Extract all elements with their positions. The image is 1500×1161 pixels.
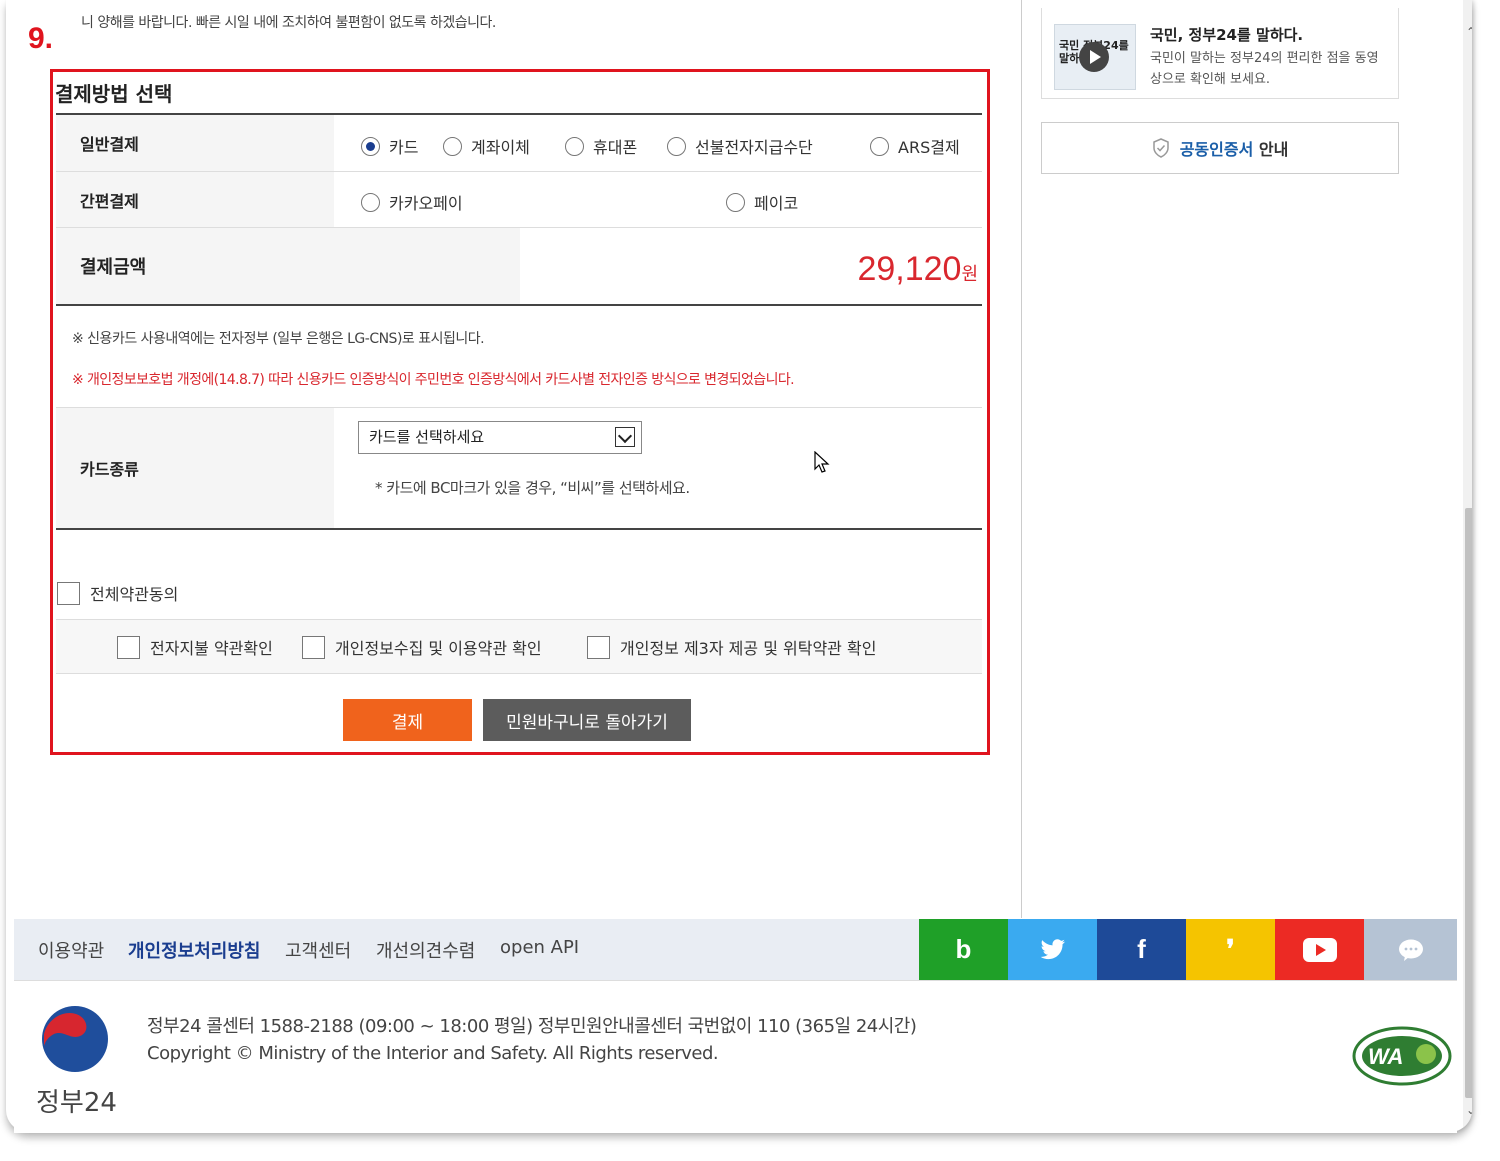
cert-label-highlight: 공동인증서 <box>1179 140 1254 159</box>
top-notice: 니 양해를 바랍니다. 빠른 시일 내에 조치하여 불편함이 없도록 하겠습니다… <box>81 15 496 31</box>
radio-prepaid[interactable]: 선불전자지급수단 <box>667 134 813 158</box>
checkbox-icon[interactable] <box>302 635 325 659</box>
agree-epayment-checkbox[interactable]: 전자지불 약관확인 <box>117 635 273 659</box>
youtube-icon[interactable] <box>1275 919 1364 980</box>
footer-link-privacy[interactable]: 개인정보처리방침 <box>128 937 260 963</box>
blog-icon[interactable]: b <box>919 919 1008 980</box>
gov24-logo-icon <box>42 1006 108 1072</box>
checkbox-icon[interactable] <box>587 635 610 659</box>
scrollbar-thumb[interactable] <box>1465 508 1472 1098</box>
radio-account-transfer[interactable]: 계좌이체 <box>443 134 530 158</box>
amount-number: 29,120 <box>857 250 962 288</box>
section-title: 결제방법 선택 <box>55 82 173 106</box>
select-value: 카드를 선택하세요 <box>369 428 485 446</box>
footer-link-open-api[interactable]: open API <box>500 937 579 958</box>
youtube-glyph <box>1302 937 1337 962</box>
radio-label: 카카오페이 <box>389 194 463 213</box>
radio-label: 페이코 <box>754 194 799 213</box>
shield-icon <box>1152 138 1169 158</box>
radio-label: 계좌이체 <box>471 138 530 157</box>
radio-icon[interactable] <box>870 136 889 156</box>
certificate-guide-button[interactable]: 공동인증서 안내 <box>1041 122 1399 174</box>
general-payment-label: 일반결제 <box>56 115 334 171</box>
svg-text:WA: WA <box>1368 1044 1403 1069</box>
promo-title: 국민, 정부24를 말하다. <box>1150 26 1304 44</box>
facebook-glyph: f <box>1137 934 1146 964</box>
privacy-law-note: ※ 개인정보보호법 개정에(14.8.7) 따라 신용카드 인증방식이 주민번호… <box>72 372 795 388</box>
twitter-icon[interactable] <box>1008 919 1097 980</box>
kakaotalk-icon[interactable] <box>1364 919 1457 980</box>
divider <box>56 304 982 306</box>
agree-third-party-checkbox[interactable]: 개인정보 제3자 제공 및 위탁약관 확인 <box>587 635 876 659</box>
amount-unit: 원 <box>961 264 978 284</box>
pay-button[interactable]: 결제 <box>343 699 472 741</box>
radio-card[interactable]: 카드 <box>361 134 418 158</box>
amount-label: 결제금액 <box>56 228 520 304</box>
simple-payment-label: 간편결제 <box>56 172 334 227</box>
amount-value: 29,120원 <box>857 250 978 289</box>
footer-link-terms[interactable]: 이용약관 <box>38 937 104 963</box>
divider <box>56 673 982 674</box>
divider <box>56 528 982 530</box>
footer-link-feedback[interactable]: 개선의견수렴 <box>376 937 475 963</box>
step-number: 9. <box>28 22 54 55</box>
card-type-label: 카드종류 <box>56 408 334 528</box>
radio-label: 휴대폰 <box>593 138 638 157</box>
radio-icon[interactable] <box>361 192 380 212</box>
radio-icon[interactable] <box>726 192 745 212</box>
radio-payco[interactable]: 페이코 <box>726 190 798 214</box>
radio-label: 카드 <box>389 138 419 157</box>
mouse-cursor-icon <box>814 451 830 473</box>
checkbox-label: 개인정보수집 및 이용약관 확인 <box>335 639 542 658</box>
checkbox-label: 전자지불 약관확인 <box>150 639 273 658</box>
radio-icon[interactable] <box>443 136 462 156</box>
agree-privacy-collect-checkbox[interactable]: 개인정보수집 및 이용약관 확인 <box>302 635 542 659</box>
card-type-hint: * 카드에 BC마크가 있을 경우, “비씨”를 선택하세요. <box>375 479 690 497</box>
scroll-down-icon[interactable]: ⌄ <box>1465 1104 1472 1116</box>
twitter-glyph <box>1040 938 1065 959</box>
radio-checked-icon[interactable] <box>361 136 380 156</box>
promo-description: 국민이 말하는 정부24의 편리한 점을 동영상으로 확인해 보세요. <box>1150 51 1379 87</box>
checkbox-icon[interactable] <box>57 581 80 605</box>
call-center-info: 정부24 콜센터 1588-2188 (09:00 ~ 18:00 평일) 정부… <box>147 1016 917 1037</box>
kakaostory-glyph: ❜ <box>1226 934 1235 964</box>
copyright: Copyright © Ministry of the Interior and… <box>147 1043 719 1064</box>
agree-all-checkbox[interactable]: 전체약관동의 <box>57 581 178 605</box>
video-thumbnail[interactable]: 국민 정부24를 말하다 <box>1054 24 1136 90</box>
footer-link-customer-center[interactable]: 고객센터 <box>285 937 351 963</box>
radio-icon[interactable] <box>667 136 686 156</box>
radio-kakaopay[interactable]: 카카오페이 <box>361 190 463 214</box>
back-to-basket-button[interactable]: 민원바구니로 돌아가기 <box>483 699 691 741</box>
radio-mobile[interactable]: 휴대폰 <box>565 134 637 158</box>
web-accessibility-mark-icon: WA <box>1352 1026 1452 1086</box>
facebook-icon[interactable]: f <box>1097 919 1186 980</box>
radio-icon[interactable] <box>565 136 584 156</box>
radio-label: ARS결제 <box>898 138 960 157</box>
checkbox-label: 개인정보 제3자 제공 및 위탁약관 확인 <box>620 639 877 658</box>
kakaotalk-glyph <box>1398 939 1423 961</box>
card-type-select[interactable]: 카드를 선택하세요 <box>358 421 642 454</box>
column-divider <box>1021 0 1022 918</box>
radio-label: 선불전자지급수단 <box>695 138 813 157</box>
checkbox-icon[interactable] <box>117 635 140 659</box>
scroll-up-icon[interactable]: ⌃ <box>1465 26 1472 38</box>
promo-video-card[interactable]: 국민 정부24를 말하다 국민, 정부24를 말하다. 국민이 말하는 정부24… <box>1041 8 1399 99</box>
cert-label-rest: 안내 <box>1253 140 1289 159</box>
play-icon[interactable] <box>1079 42 1109 72</box>
blog-glyph: b <box>955 934 972 964</box>
checkbox-label: 전체약관동의 <box>90 585 179 604</box>
chevron-down-icon[interactable] <box>615 427 635 447</box>
gov24-logo-text: 정부24 <box>36 1088 117 1118</box>
card-statement-note: ※ 신용카드 사용내역에는 전자정부 (일부 은행은 LG-CNS)로 표시됩니… <box>72 331 485 347</box>
kakaostory-icon[interactable]: ❜ <box>1186 919 1275 980</box>
radio-ars[interactable]: ARS결제 <box>870 134 960 158</box>
